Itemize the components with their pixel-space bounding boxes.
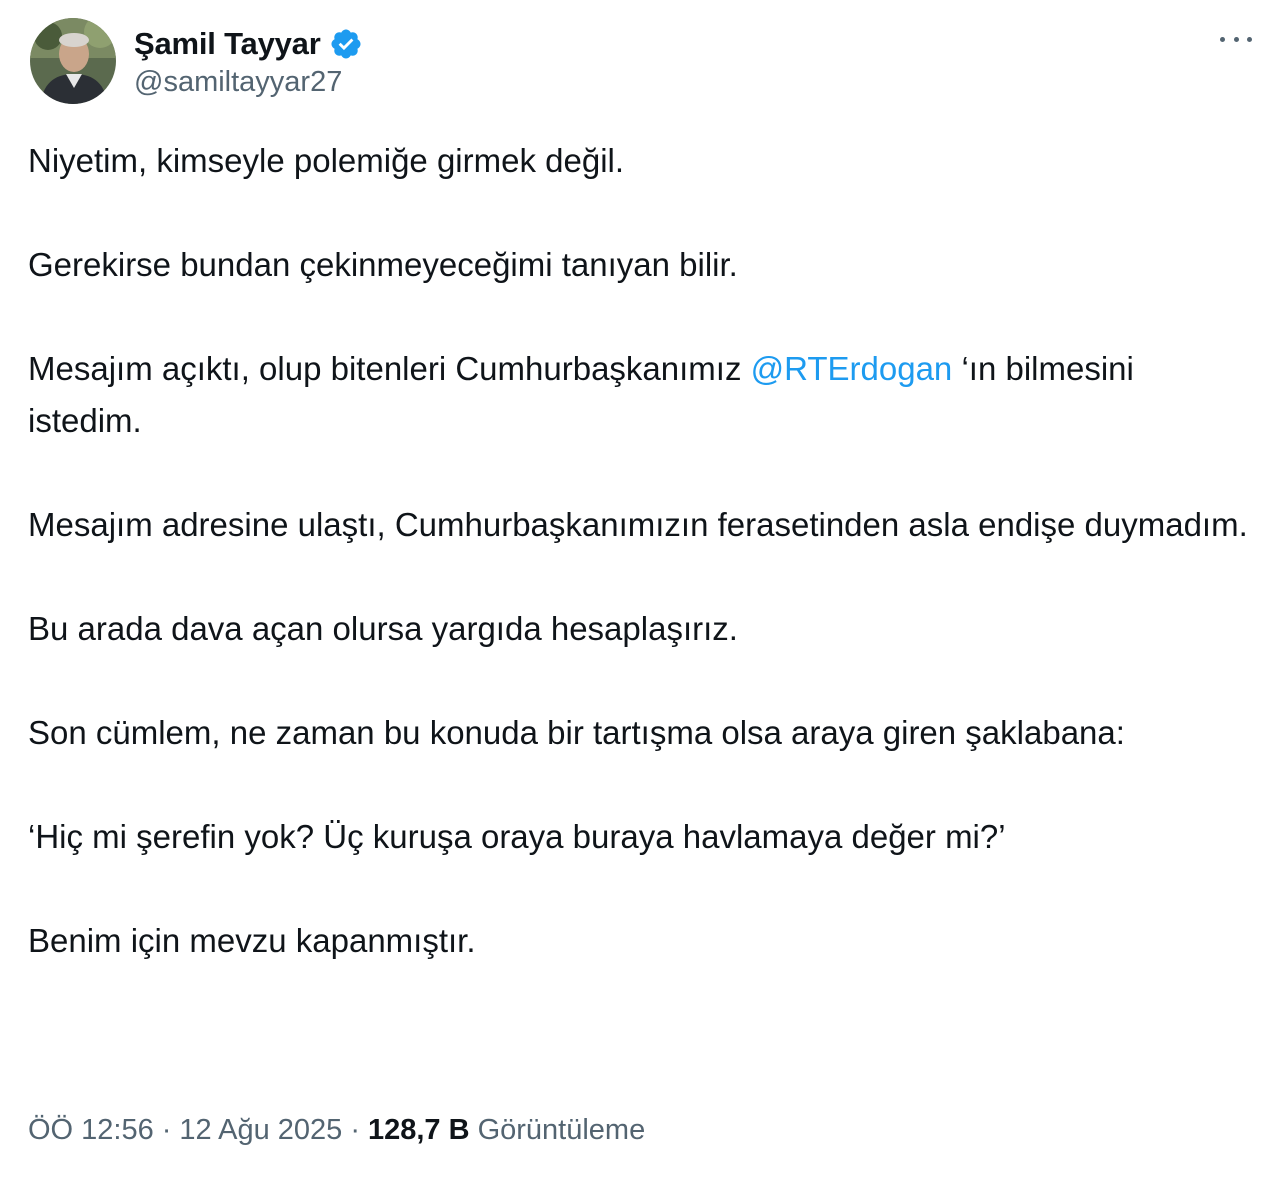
user-handle[interactable]: @samiltayyar27 (134, 66, 363, 99)
tweet-text: Niyetim, kimseyle polemiğe girmek değil.… (28, 135, 1253, 967)
user-info: Şamil Tayyar @samiltayyar27 (134, 24, 363, 99)
name-row: Şamil Tayyar (134, 24, 363, 64)
dot (1247, 36, 1252, 42)
dot (1220, 36, 1225, 42)
verified-badge-icon[interactable] (329, 27, 363, 61)
tweet-paragraph: ‘Hiç mi şerefin yok? Üç kuruşa oraya bur… (28, 818, 1006, 855)
tweet-date[interactable]: 12 Ağu 2025 (179, 1114, 342, 1147)
tweet-paragraph: Gerekirse bundan çekinmeyeceğimi tanıyan… (28, 246, 738, 283)
tweet-meta: ÖÖ 12:56 · 12 Ağu 2025 · 128,7 B Görüntü… (28, 1114, 645, 1147)
avatar[interactable] (30, 18, 116, 104)
tweet-card: Şamil Tayyar @samiltayyar27 Niyetim, kim… (0, 0, 1280, 1180)
tweet-paragraph: Niyetim, kimseyle polemiğe girmek değil. (28, 142, 625, 179)
avatar-image (30, 18, 116, 104)
display-name[interactable]: Şamil Tayyar (134, 26, 321, 62)
more-horizontal-icon[interactable] (1214, 24, 1258, 54)
mention-link[interactable]: @RTErdogan (751, 350, 953, 387)
views-label[interactable]: Görüntüleme (478, 1114, 646, 1147)
tweet-paragraph: Mesajım açıktı, olup bitenleri Cumhurbaş… (28, 343, 1253, 447)
separator: · (350, 1114, 360, 1146)
tweet-header: Şamil Tayyar @samiltayyar27 (30, 16, 363, 106)
tweet-paragraph: Benim için mevzu kapanmıştır. (28, 922, 476, 959)
separator: · (161, 1114, 172, 1146)
views-count[interactable]: 128,7 B (368, 1114, 470, 1147)
dot (1233, 36, 1239, 42)
paragraph-text: Mesajım açıktı, olup bitenleri Cumhurbaş… (28, 350, 751, 387)
tweet-time[interactable]: ÖÖ 12:56 (28, 1114, 154, 1147)
tweet-paragraph: Son cümlem, ne zaman bu konuda bir tartı… (28, 714, 1125, 751)
tweet-paragraph: Bu arada dava açan olursa yargıda hesapl… (28, 610, 738, 647)
tweet-paragraph: Mesajım adresine ulaştı, Cumhurbaşkanımı… (28, 506, 1248, 543)
